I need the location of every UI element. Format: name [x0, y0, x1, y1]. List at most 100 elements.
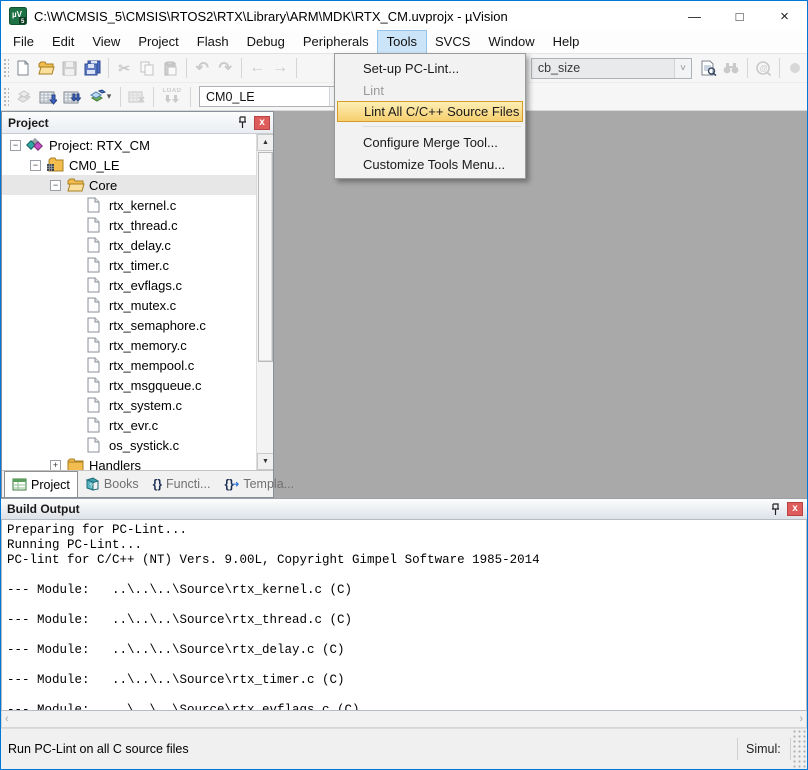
breakpoint-icon[interactable]	[784, 57, 807, 79]
tree-item-label: rtx_kernel.c	[109, 198, 176, 213]
minimize-button[interactable]: —	[672, 1, 717, 31]
expand-icon[interactable]: +	[50, 460, 61, 471]
search-combobox[interactable]: cb_size ˅	[531, 58, 692, 79]
menu-debug[interactable]: Debug	[238, 31, 294, 53]
tree-item-os-systick-c[interactable]: os_systick.c	[2, 435, 256, 455]
menu-view[interactable]: View	[83, 31, 129, 53]
menu-help[interactable]: Help	[544, 31, 589, 53]
paste-icon[interactable]	[159, 57, 182, 79]
target-select[interactable]: CM0_LE ˅	[199, 86, 347, 107]
find-in-files-icon[interactable]	[697, 57, 720, 79]
open-file-icon[interactable]	[35, 57, 58, 79]
tree-item-rtx-mutex-c[interactable]: rtx_mutex.c	[2, 295, 256, 315]
scroll-right-icon[interactable]: ›	[799, 713, 803, 725]
undo-icon[interactable]: ↶	[191, 57, 214, 79]
scroll-down-icon[interactable]: ▼	[257, 453, 273, 470]
menu-item-set-up-pc-lint[interactable]: Set-up PC-Lint...	[335, 57, 525, 79]
batch-build-dropdown-icon[interactable]: ▾	[107, 91, 112, 102]
menu-tools[interactable]: Tools	[378, 31, 426, 53]
combo-dropdown-icon[interactable]: ˅	[674, 59, 691, 78]
redo-icon[interactable]: ↷	[214, 57, 237, 79]
scroll-up-icon[interactable]: ▲	[257, 134, 273, 151]
menu-svcs[interactable]: SVCS	[426, 31, 479, 53]
tree-item-label: rtx_msgqueue.c	[109, 378, 202, 393]
tree-item-label: rtx_thread.c	[109, 218, 178, 233]
tree-item-project-rtx-cm[interactable]: −Project: RTX_CM	[2, 135, 256, 155]
build-horizontal-scrollbar[interactable]: ‹ ›	[1, 711, 807, 728]
tree-item-label: CM0_LE	[69, 158, 120, 173]
navigate-forward-icon[interactable]: →	[269, 57, 292, 79]
close-button[interactable]: ×	[762, 1, 807, 31]
menu-separator	[363, 126, 521, 127]
tab-templa[interactable]: {}➜Templa...	[217, 471, 301, 497]
tree-item-handlers[interactable]: + Handlers	[2, 455, 256, 470]
menu-peripherals[interactable]: Peripherals	[294, 31, 378, 53]
batch-build-icon[interactable]: ▾	[84, 86, 116, 108]
tree-item-rtx-evflags-c[interactable]: rtx_evflags.c	[2, 275, 256, 295]
collapse-icon[interactable]: −	[10, 140, 21, 151]
translate-icon[interactable]	[12, 86, 36, 108]
menu-item-configure-merge-tool[interactable]: Configure Merge Tool...	[335, 131, 525, 153]
status-message: Run PC-Lint on all C source files	[1, 742, 737, 756]
search-combobox-value[interactable]: cb_size	[532, 61, 674, 75]
braces-icon: {}	[153, 477, 162, 491]
binoculars-icon[interactable]	[720, 57, 743, 79]
collapse-icon[interactable]: −	[30, 160, 41, 171]
build-output-close-icon[interactable]: x	[787, 502, 803, 516]
scrollbar-thumb[interactable]	[258, 152, 273, 362]
rebuild-icon[interactable]	[60, 86, 84, 108]
tree-item-rtx-delay-c[interactable]: rtx_delay.c	[2, 235, 256, 255]
navigate-back-icon[interactable]: ←	[246, 57, 269, 79]
collapse-icon[interactable]: −	[50, 180, 61, 191]
menu-window[interactable]: Window	[479, 31, 543, 53]
tree-item-label: rtx_evflags.c	[109, 278, 182, 293]
tree-item-rtx-thread-c[interactable]: rtx_thread.c	[2, 215, 256, 235]
tree-item-rtx-kernel-c[interactable]: rtx_kernel.c	[2, 195, 256, 215]
tab-project[interactable]: Project	[4, 471, 78, 497]
tree-item-rtx-memory-c[interactable]: rtx_memory.c	[2, 335, 256, 355]
tree-item-rtx-msgqueue-c[interactable]: rtx_msgqueue.c	[2, 375, 256, 395]
toolbar-grip[interactable]	[3, 58, 9, 78]
file-icon	[86, 357, 104, 373]
at-search-icon[interactable]: @	[752, 57, 775, 79]
toolbar-grip[interactable]	[3, 87, 9, 107]
scroll-left-icon[interactable]: ‹	[5, 713, 9, 725]
menu-item-lint-all-c-c-source-files[interactable]: Lint All C/C++ Source Files	[337, 101, 523, 122]
file-icon	[86, 217, 104, 233]
tree-item-rtx-evr-c[interactable]: rtx_evr.c	[2, 415, 256, 435]
pin-icon[interactable]	[766, 501, 784, 517]
tree-item-rtx-system-c[interactable]: rtx_system.c	[2, 395, 256, 415]
tree-item-rtx-timer-c[interactable]: rtx_timer.c	[2, 255, 256, 275]
tree-vertical-scrollbar[interactable]: ▲ ▼	[256, 134, 273, 470]
tree-item-rtx-mempool-c[interactable]: rtx_mempool.c	[2, 355, 256, 375]
download-flash-icon[interactable]: LOAD	[158, 86, 186, 108]
copy-icon[interactable]	[136, 57, 159, 79]
tree-item-rtx-semaphore-c[interactable]: rtx_semaphore.c	[2, 315, 256, 335]
cut-icon[interactable]: ✂	[113, 57, 136, 79]
pin-icon[interactable]	[233, 115, 251, 131]
menu-file[interactable]: File	[4, 31, 43, 53]
tab-books[interactable]: ?Books	[78, 471, 146, 497]
toolbar-separator	[296, 58, 297, 78]
stop-build-icon[interactable]	[125, 86, 149, 108]
tree-item-cm0-le[interactable]: − CM0_LE	[2, 155, 256, 175]
build-output-content[interactable]: Preparing for PC-Lint... Running PC-Lint…	[1, 520, 807, 711]
maximize-button[interactable]: □	[717, 1, 762, 31]
project-panel-close-icon[interactable]: x	[254, 116, 270, 130]
resize-grip[interactable]	[791, 729, 807, 769]
save-all-icon[interactable]	[81, 57, 104, 79]
build-icon[interactable]	[36, 86, 60, 108]
menu-edit[interactable]: Edit	[43, 31, 83, 53]
folder-closed-icon	[66, 457, 84, 470]
tab-label: Books	[104, 477, 139, 491]
tree-item-core[interactable]: −Core	[2, 175, 256, 195]
menu-item-customize-tools-menu[interactable]: Customize Tools Menu...	[335, 153, 525, 175]
tab-functi[interactable]: {}Functi...	[146, 471, 218, 497]
new-file-icon[interactable]	[12, 57, 35, 79]
target-select-value[interactable]: CM0_LE	[200, 90, 329, 104]
save-icon[interactable]	[58, 57, 81, 79]
menu-project[interactable]: Project	[129, 31, 187, 53]
tree-item-label: Handlers	[89, 458, 141, 471]
menu-flash[interactable]: Flash	[188, 31, 238, 53]
project-tree: −Project: RTX_CM−CM0_LE−Corertx_kernel.c…	[2, 134, 273, 470]
